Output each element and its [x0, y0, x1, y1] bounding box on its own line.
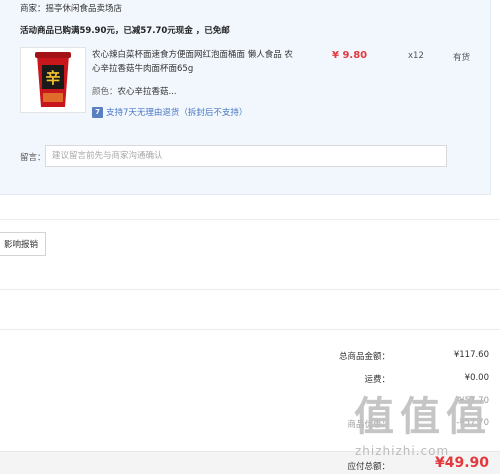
section-divider — [0, 329, 500, 330]
order-item-panel: 商家：摇亭休闲食品卖场店 活动商品已购满59.90元，已减57.70元现金 ，已… — [0, 0, 491, 195]
watermark-glyph: 值 — [446, 393, 486, 440]
instant-noodle-cup-image: 辛 — [35, 52, 71, 107]
shop-label: 商家： — [20, 4, 46, 14]
product-price: ¥ 9.80 — [332, 50, 368, 61]
watermark-logo: 值 值 值 — [352, 395, 488, 439]
return-policy-text: 支持7天无理由退货（拆封后不支持） — [106, 108, 248, 118]
payable-label: 应付总额： — [347, 462, 390, 472]
shipping-label: 运费： — [364, 375, 390, 385]
watermark-text: zhizhizhi.com — [355, 444, 450, 458]
invoice-button[interactable]: 影响报销 — [0, 232, 46, 256]
promo-summary: 活动商品已购满59.90元，已减57.70元现金 ，已免邮 — [20, 26, 230, 36]
color-label: 颜色： — [92, 87, 118, 97]
shop-info: 商家：摇亭休闲食品卖场店 — [20, 2, 122, 14]
watermark-glyph: 值 — [354, 393, 394, 440]
product-thumbnail[interactable]: 辛 — [20, 47, 86, 113]
shipping-value: ¥0.00 — [464, 373, 489, 383]
note-label: 留言： — [20, 153, 46, 163]
product-color: 颜色：农心辛拉香菇... — [92, 85, 177, 97]
stock-status: 有货 — [453, 53, 471, 63]
seven-day-return-icon: 7 — [92, 106, 103, 118]
watermark-glyph: 值 — [400, 393, 440, 440]
total-goods-label: 总商品金额： — [338, 352, 390, 362]
product-title[interactable]: 农心辣白菜杯面速食方便面网红泡面桶面 懒人食品 农心辛拉香菇牛肉面杯面65g — [92, 48, 296, 76]
section-divider — [0, 219, 500, 220]
return-policy[interactable]: 7 支持7天无理由退货（拆封后不支持） — [92, 106, 247, 118]
note-input[interactable] — [45, 145, 447, 167]
cup-brand-glyph: 辛 — [45, 69, 60, 87]
product-quantity: x12 — [408, 51, 424, 61]
total-goods-value: ¥117.60 — [453, 350, 489, 360]
section-divider — [0, 289, 500, 290]
shop-name[interactable]: 摇亭休闲食品卖场店 — [46, 4, 123, 14]
color-value: 农心辛拉香菇... — [117, 87, 177, 97]
